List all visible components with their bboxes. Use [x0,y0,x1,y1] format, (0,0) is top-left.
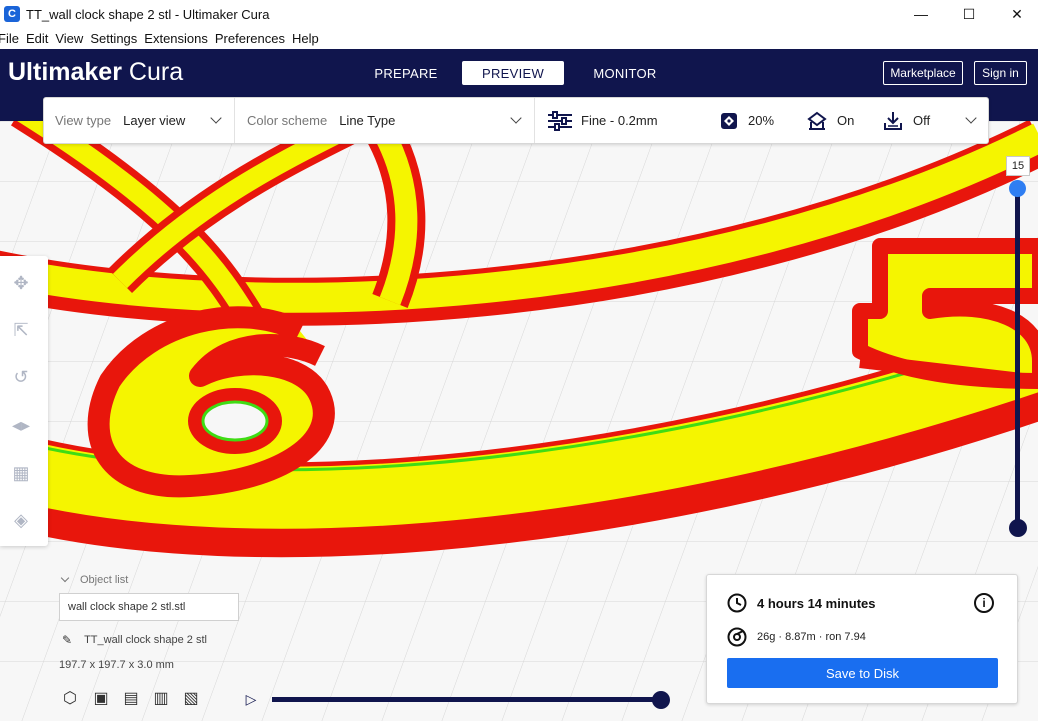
app-logo: Ultimaker Cura [8,58,183,87]
mirror-icon[interactable]: ◂▸ [10,414,32,436]
signin-button[interactable]: Sign in [974,61,1027,85]
tab-monitor[interactable]: MONITOR [584,61,666,85]
logo-product: Cura [128,58,184,86]
color-scheme-label: Color scheme [247,113,328,128]
tab-prepare[interactable]: PREPARE [367,61,445,85]
color-scheme-chevron-down-icon[interactable] [510,112,522,124]
clock-icon [727,593,747,613]
sliders-icon [548,110,572,131]
cura-logo-icon: C [4,6,20,22]
object-list-toggle[interactable]: Object list [60,573,129,586]
menu-settings[interactable]: Settings [90,31,137,46]
infill-value: 20% [748,113,775,128]
per-model-settings-icon[interactable]: ▦ [10,462,32,484]
simulation-slider-handle[interactable] [652,691,670,709]
tool-panel: ✥ ⇱ ↺ ◂▸ ▦ ◈ [0,256,48,546]
view-type-value: Layer view [123,113,186,128]
print-settings-chevron-down-icon[interactable] [965,112,977,124]
object-name-row[interactable]: ✎ TT_wall clock shape 2 stl [62,633,207,647]
divider [534,98,535,143]
view-settings-bar: View type Layer view Color scheme Line T… [43,97,989,144]
support-indicator: On [807,98,854,143]
scale-icon[interactable]: ⇱ [10,319,32,341]
infill-indicator: 20% [720,98,774,143]
spool-icon [727,627,747,647]
print-time: 4 hours 14 minutes [757,595,876,611]
top-view-icon[interactable]: ▤ [121,688,141,708]
marketplace-button[interactable]: Marketplace [883,61,963,85]
logo-brand: Ultimaker [8,58,122,86]
view-type-label: View type [55,113,112,128]
simulation-slider-track[interactable] [272,697,662,702]
support-icon [807,111,827,130]
menu-preferences[interactable]: Preferences [215,31,285,46]
rotate-icon[interactable]: ↺ [10,366,32,388]
play-icon[interactable]: ▷ [243,691,259,707]
layer-slider-bottom-handle[interactable] [1009,519,1027,537]
layer-slider-top-handle[interactable] [1009,180,1026,197]
infill-icon [721,112,737,129]
print-info-panel: 4 hours 14 minutes i 26g · 8.87m · ron 7… [706,574,1018,704]
right-view-icon[interactable]: ▧ [181,688,201,708]
view-type-chevron-down-icon[interactable] [210,112,222,124]
menu-view[interactable]: View [55,31,83,46]
color-scheme-selector[interactable]: Color scheme Line Type [247,98,395,143]
current-layer-number[interactable]: 15 [1006,156,1030,176]
menu-extensions[interactable]: Extensions [144,31,208,46]
adhesion-value: Off [913,113,931,128]
object-list-item[interactable]: wall clock shape 2 stl.stl [59,593,239,621]
menu-edit[interactable]: Edit [26,31,48,46]
object-name: TT_wall clock shape 2 stl [84,634,207,646]
object-dimensions: 197.7 x 197.7 x 3.0 mm [59,659,174,671]
minimize-icon[interactable]: — [898,0,944,28]
object-list-header: Object list [80,574,129,586]
menu-help[interactable]: Help [292,31,319,46]
save-to-disk-button[interactable]: Save to Disk [727,658,998,688]
material-row: 26g · 8.87m · ron 7.94 [727,627,866,647]
menu-bar: File Edit View Settings Extensions Prefe… [0,28,1038,49]
close-icon[interactable]: ✕ [994,0,1038,28]
support-blocker-icon[interactable]: ◈ [10,509,32,531]
left-view-icon[interactable]: ▥ [151,688,171,708]
support-value: On [837,113,855,128]
profile-value: Fine - 0.2mm [581,113,658,128]
print-settings-selector[interactable]: Fine - 0.2mm [547,98,658,143]
layer-slider-track[interactable] [1015,188,1020,528]
adhesion-indicator: Off [883,98,930,143]
info-icon[interactable]: i [974,593,994,613]
maximize-icon[interactable]: ☐ [946,0,992,28]
chevron-down-icon [60,573,70,583]
divider [234,98,235,143]
material-usage: 26g · 8.87m · ron 7.94 [757,631,866,643]
window-title: TT_wall clock shape 2 stl - Ultimaker Cu… [26,6,270,22]
view-type-selector[interactable]: View type Layer view [55,98,185,143]
print-time-row: 4 hours 14 minutes [727,593,875,613]
front-view-icon[interactable]: ▣ [91,688,111,708]
window-titlebar: C TT_wall clock shape 2 stl - Ultimaker … [0,0,1038,28]
tab-preview[interactable]: PREVIEW [462,61,564,85]
adhesion-icon [884,111,902,130]
color-scheme-value: Line Type [339,113,396,128]
move-icon[interactable]: ✥ [10,272,32,294]
3d-view-icon[interactable]: ⬡ [60,688,80,708]
menu-file[interactable]: File [0,31,19,46]
pencil-icon[interactable]: ✎ [62,633,72,647]
